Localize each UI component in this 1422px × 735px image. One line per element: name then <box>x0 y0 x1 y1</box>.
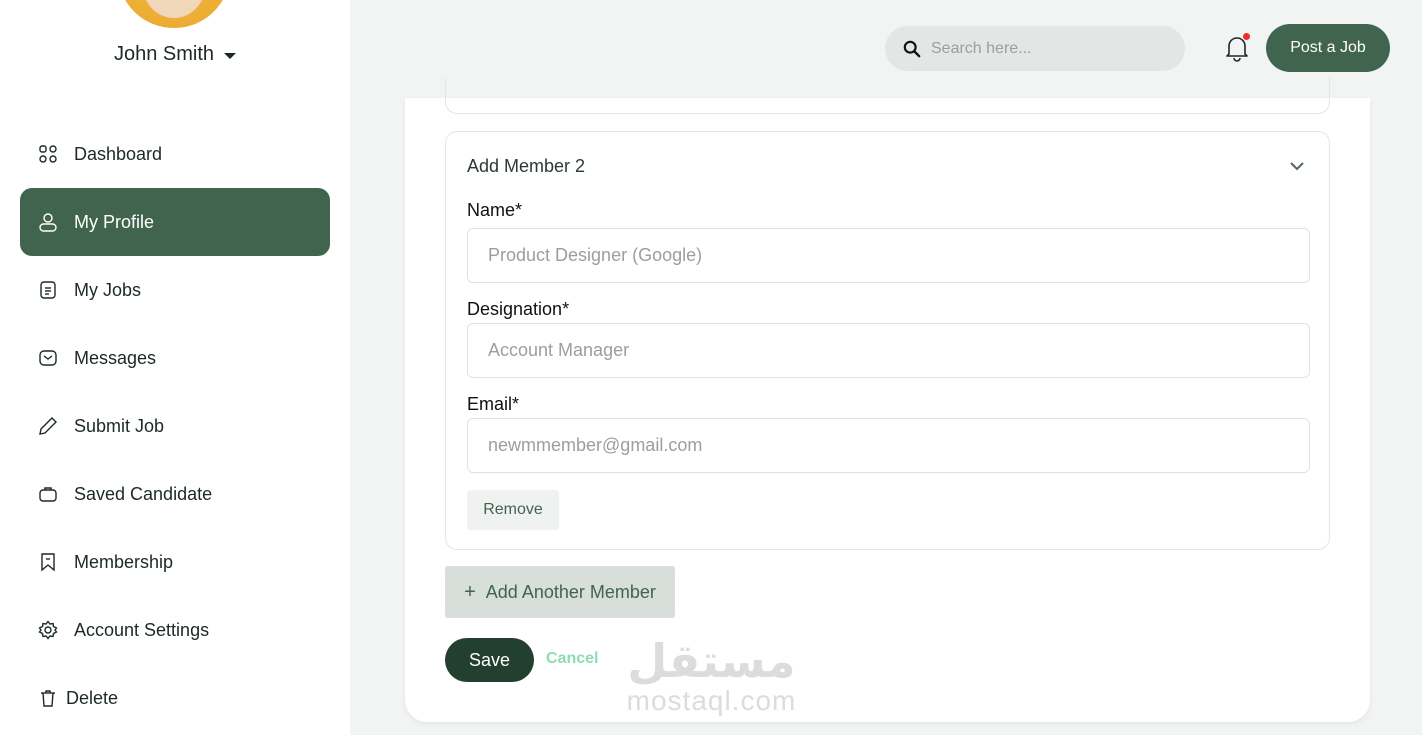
sidebar-item-label: Saved Candidate <box>74 483 213 504</box>
add-another-member-button[interactable]: + Add Another Member <box>445 566 675 618</box>
cancel-button[interactable]: Cancel <box>546 650 598 668</box>
user-name: John Smith <box>114 43 215 65</box>
sidebar-item-label: My Jobs <box>74 279 142 300</box>
sidebar-item-dashboard[interactable]: Dashboard <box>20 120 330 188</box>
pencil-icon <box>38 416 58 436</box>
add-member-label: Add Another Member <box>485 581 656 602</box>
sidebar-item-label: Delete <box>66 687 119 708</box>
sidebar-nav: Dashboard My Profile My Jobs Messages Su… <box>20 120 330 732</box>
member-panel-title: Add Member 2 <box>467 156 586 176</box>
sidebar-item-my-profile[interactable]: My Profile <box>20 188 330 256</box>
search-input[interactable] <box>931 39 1161 58</box>
user-icon <box>38 212 58 232</box>
save-button[interactable]: Save <box>445 638 534 682</box>
sidebar-item-delete[interactable]: Delete <box>20 664 330 732</box>
designation-input[interactable] <box>467 323 1310 378</box>
previous-member-panel <box>445 78 1330 114</box>
search-icon <box>903 40 921 57</box>
name-label: Name* <box>467 200 523 220</box>
profile-card: Add Member 2 Name* Designation* Email* R… <box>405 78 1370 722</box>
caret-down-icon <box>224 53 237 59</box>
mail-icon <box>38 348 58 368</box>
chevron-down-icon[interactable] <box>1287 156 1307 176</box>
sidebar: John Smith Dashboard My Profile My Jobs <box>0 0 350 735</box>
sidebar-item-membership[interactable]: Membership <box>20 528 330 596</box>
sidebar-item-label: Membership <box>74 551 174 572</box>
designation-label: Designation* <box>467 299 570 319</box>
avatar[interactable] <box>118 0 230 28</box>
briefcase-icon <box>38 484 58 504</box>
sidebar-item-label: My Profile <box>74 211 155 232</box>
sidebar-item-saved-candidate[interactable]: Saved Candidate <box>20 460 330 528</box>
sidebar-item-label: Messages <box>74 347 157 368</box>
grid-icon <box>38 144 58 164</box>
sidebar-item-messages[interactable]: Messages <box>20 324 330 392</box>
sidebar-item-label: Submit Job <box>74 415 165 436</box>
sidebar-item-label: Account Settings <box>74 619 210 640</box>
sidebar-item-submit-job[interactable]: Submit Job <box>20 392 330 460</box>
sidebar-item-my-jobs[interactable]: My Jobs <box>20 256 330 324</box>
search-bar[interactable] <box>885 26 1185 71</box>
email-input[interactable] <box>467 418 1310 473</box>
notifications-button[interactable] <box>1224 33 1252 64</box>
gear-icon <box>38 620 58 640</box>
plus-icon: + <box>464 580 476 603</box>
user-menu[interactable]: John Smith <box>114 43 237 66</box>
sidebar-item-account-settings[interactable]: Account Settings <box>20 596 330 664</box>
document-icon <box>38 280 58 300</box>
trash-icon <box>38 688 58 708</box>
notification-dot <box>1243 33 1250 40</box>
remove-member-button[interactable]: Remove <box>467 490 559 530</box>
post-job-button[interactable]: Post a Job <box>1266 24 1390 72</box>
bookmark-icon <box>38 552 58 572</box>
email-label: Email* <box>467 394 520 414</box>
member-2-panel: Add Member 2 Name* Designation* Email* R… <box>445 131 1330 550</box>
sidebar-item-label: Dashboard <box>74 143 163 164</box>
name-input[interactable] <box>467 228 1310 283</box>
